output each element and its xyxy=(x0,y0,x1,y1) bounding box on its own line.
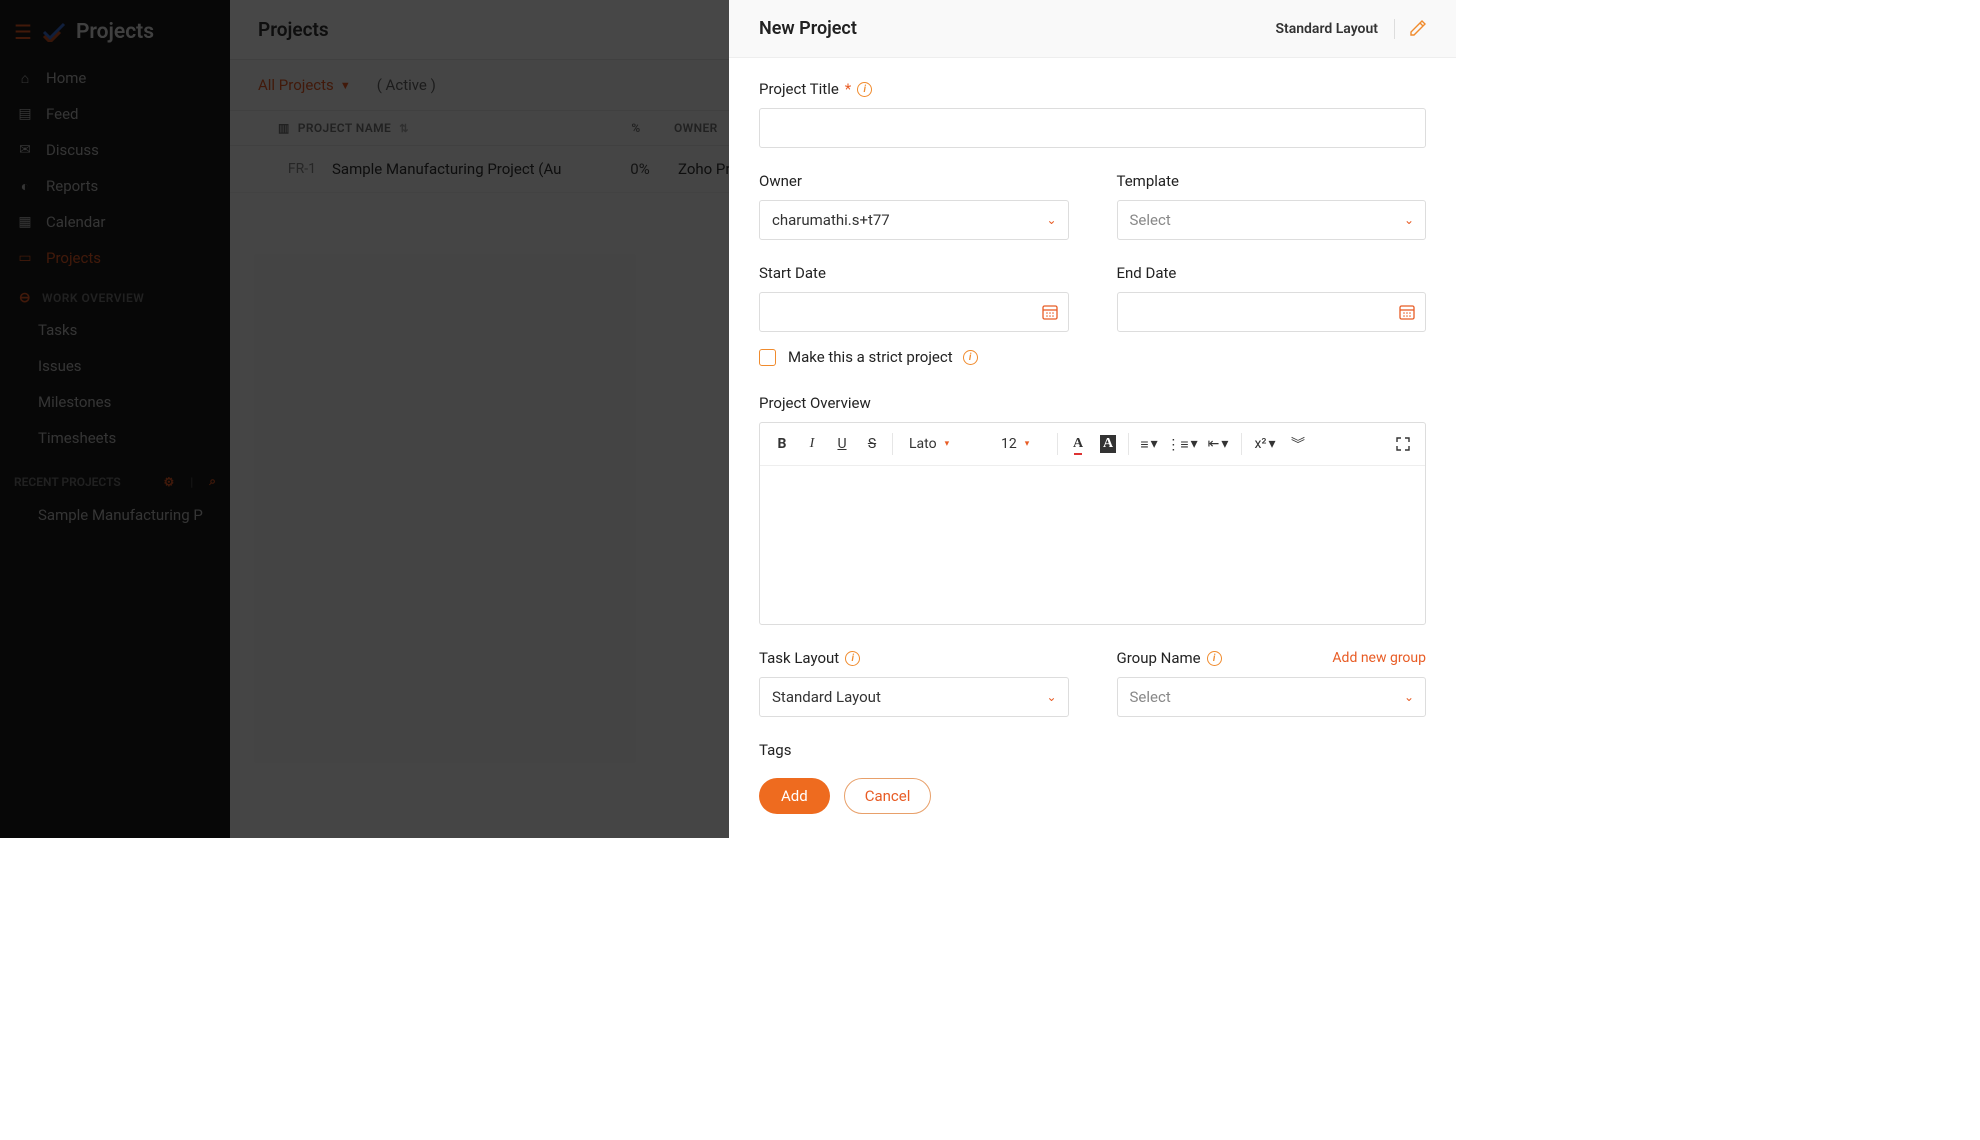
edit-layout-icon[interactable] xyxy=(1409,20,1426,37)
info-icon[interactable]: i xyxy=(845,651,860,666)
layout-name: Standard Layout xyxy=(1275,21,1378,37)
start-date-input[interactable] xyxy=(759,292,1069,332)
task-layout-select[interactable]: Standard Layout xyxy=(759,677,1069,717)
rte-toolbar: B I U S Lato▾ 12▾ A A ≡▾ ⋮≡▾ ⇤▾ x²▾ xyxy=(760,423,1425,466)
task-layout-label: Task Layouti xyxy=(759,649,1069,667)
align-button[interactable]: ≡▾ xyxy=(1135,429,1163,459)
panel-footer: Add Cancel xyxy=(729,768,1456,838)
bold-button[interactable]: B xyxy=(768,429,796,459)
owner-label: Owner xyxy=(759,172,1069,190)
divider xyxy=(1394,19,1395,39)
info-icon[interactable]: i xyxy=(857,82,872,97)
project-title-input[interactable] xyxy=(759,108,1426,148)
font-family-select[interactable]: Lato▾ xyxy=(899,429,989,459)
tags-label: Tags xyxy=(759,741,1426,759)
overview-textarea[interactable] xyxy=(760,466,1425,624)
overview-label: Project Overview xyxy=(759,394,1426,412)
text-color-button[interactable]: A xyxy=(1064,429,1092,459)
new-project-panel: New Project Standard Layout Project Titl… xyxy=(729,0,1456,838)
panel-title: New Project xyxy=(759,18,1275,39)
info-icon[interactable]: i xyxy=(963,350,978,365)
add-new-group-link[interactable]: Add new group xyxy=(1332,650,1426,666)
italic-button[interactable]: I xyxy=(798,429,826,459)
rich-text-editor: B I U S Lato▾ 12▾ A A ≡▾ ⋮≡▾ ⇤▾ x²▾ xyxy=(759,422,1426,625)
strict-project-checkbox[interactable] xyxy=(759,349,776,366)
expand-button[interactable] xyxy=(1389,429,1417,459)
superscript-button[interactable]: x²▾ xyxy=(1248,429,1282,459)
info-icon[interactable]: i xyxy=(1207,651,1222,666)
group-name-select[interactable]: Select xyxy=(1117,677,1427,717)
font-size-select[interactable]: 12▾ xyxy=(991,429,1051,459)
bg-color-button[interactable]: A xyxy=(1094,429,1122,459)
end-date-label: End Date xyxy=(1117,264,1427,282)
list-button[interactable]: ⋮≡▾ xyxy=(1165,429,1199,459)
add-button[interactable]: Add xyxy=(759,778,830,814)
template-select[interactable]: Select xyxy=(1117,200,1427,240)
cancel-button[interactable]: Cancel xyxy=(844,778,932,814)
strict-project-label: Make this a strict projecti xyxy=(788,348,978,366)
project-title-label: Project Title*i xyxy=(759,80,1426,98)
indent-button[interactable]: ⇤▾ xyxy=(1201,429,1235,459)
underline-button[interactable]: U xyxy=(828,429,856,459)
chevron-down-icon: ▾ xyxy=(1025,439,1030,449)
group-name-label: Group Namei xyxy=(1117,649,1222,667)
more-button[interactable]: ︾ xyxy=(1284,429,1312,459)
start-date-label: Start Date xyxy=(759,264,1069,282)
strikethrough-button[interactable]: S xyxy=(858,429,886,459)
chevron-down-icon: ▾ xyxy=(945,439,950,449)
panel-header: New Project Standard Layout xyxy=(729,0,1456,58)
template-label: Template xyxy=(1117,172,1427,190)
owner-select[interactable]: charumathi.s+t77 xyxy=(759,200,1069,240)
end-date-input[interactable] xyxy=(1117,292,1427,332)
